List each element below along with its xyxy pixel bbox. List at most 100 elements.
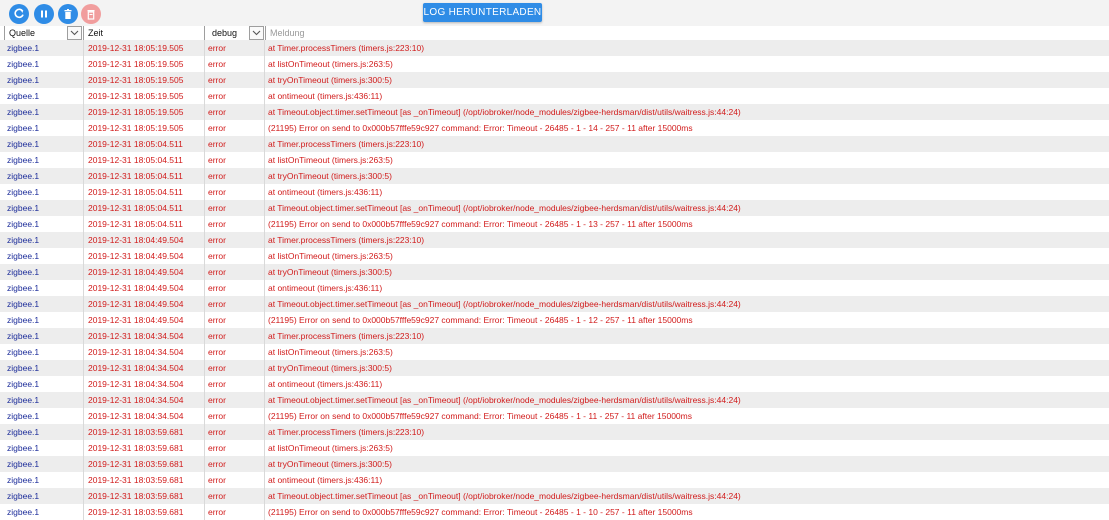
log-toolbar: LOG HERUNTERLADEN [0, 0, 1109, 27]
log-severity: error [205, 248, 265, 264]
trash-icon [86, 9, 96, 20]
log-time: 2019-12-31 18:04:34.504 [84, 328, 205, 344]
log-severity: error [205, 296, 265, 312]
download-log-button[interactable]: LOG HERUNTERLADEN [423, 3, 542, 22]
log-message: (21195) Error on send to 0x000b57fffe59c… [268, 123, 693, 133]
log-severity: error [205, 88, 265, 104]
refresh-button[interactable] [9, 4, 29, 24]
log-time: 2019-12-31 18:03:59.681 [84, 456, 205, 472]
log-message: at Timer.processTimers (timers.js:223:10… [268, 427, 425, 437]
log-severity: error [205, 168, 265, 184]
pause-icon [39, 9, 49, 19]
log-row: zigbee.1 2019-12-31 18:05:19.505 error at l… [0, 56, 1109, 72]
log-severity: error [205, 392, 265, 408]
delete-log-button[interactable] [81, 4, 101, 24]
log-source: zigbee.1 [0, 488, 84, 504]
log-severity: error [205, 232, 265, 248]
log-time: 2019-12-31 18:05:04.511 [84, 136, 205, 152]
log-message: at tryOnTimeout (timers.js:300:5) [268, 267, 392, 277]
log-row: zigbee.1 2019-12-31 18:03:59.681 error at l… [0, 440, 1109, 456]
log-row: zigbee.1 2019-12-31 18:05:04.511 error (211… [0, 216, 1109, 232]
log-row: zigbee.1 2019-12-31 18:05:19.505 error (211… [0, 120, 1109, 136]
log-message: (21195) Error on send to 0x000b57fffe59c… [268, 411, 692, 421]
log-message: at ontimeout (timers.js:436:11) [268, 283, 383, 293]
level-select[interactable]: debug [205, 26, 266, 40]
log-source: zigbee.1 [0, 120, 84, 136]
clear-log-button[interactable] [58, 4, 78, 24]
log-severity: error [205, 72, 265, 88]
log-source: zigbee.1 [0, 152, 84, 168]
time-filter[interactable]: Zeit [84, 26, 205, 40]
log-source: zigbee.1 [0, 360, 84, 376]
log-row: zigbee.1 2019-12-31 18:03:59.681 error at T… [0, 424, 1109, 440]
log-time: 2019-12-31 18:05:19.505 [84, 104, 205, 120]
log-source: zigbee.1 [0, 40, 84, 56]
log-severity: error [205, 344, 265, 360]
log-row: zigbee.1 2019-12-31 18:05:04.511 error at T… [0, 136, 1109, 152]
log-severity: error [205, 216, 265, 232]
log-time: 2019-12-31 18:05:04.511 [84, 152, 205, 168]
log-row: zigbee.1 2019-12-31 18:05:19.505 error at o… [0, 88, 1109, 104]
log-time: 2019-12-31 18:05:04.511 [84, 184, 205, 200]
log-time: 2019-12-31 18:04:34.504 [84, 408, 205, 424]
log-time: 2019-12-31 18:05:04.511 [84, 216, 205, 232]
log-row: zigbee.1 2019-12-31 18:05:19.505 error at T… [0, 40, 1109, 56]
log-row: zigbee.1 2019-12-31 18:04:49.504 error at t… [0, 264, 1109, 280]
trash-icon [63, 8, 73, 20]
source-filter[interactable]: Quelle [4, 26, 84, 40]
log-message: at Timer.processTimers (timers.js:223:10… [268, 235, 425, 245]
log-row: zigbee.1 2019-12-31 18:04:34.504 error at T… [0, 392, 1109, 408]
log-time: 2019-12-31 18:05:19.505 [84, 72, 205, 88]
log-time: 2019-12-31 18:04:49.504 [84, 232, 205, 248]
log-row: zigbee.1 2019-12-31 18:04:49.504 error (211… [0, 312, 1109, 328]
log-row: zigbee.1 2019-12-31 18:04:34.504 error at l… [0, 344, 1109, 360]
source-filter-label: Quelle [9, 28, 36, 38]
log-severity: error [205, 152, 265, 168]
log-source: zigbee.1 [0, 296, 84, 312]
log-time: 2019-12-31 18:03:59.681 [84, 488, 205, 504]
log-message: (21195) Error on send to 0x000b57fffe59c… [268, 219, 693, 229]
log-source: zigbee.1 [0, 280, 84, 296]
log-severity: error [205, 104, 265, 120]
log-source: zigbee.1 [0, 248, 84, 264]
log-table: zigbee.1 2019-12-31 18:05:19.505 error at T… [0, 40, 1109, 520]
log-message: at Timeout.object.timer.setTimeout [as _… [268, 491, 741, 501]
message-filter-input[interactable] [266, 26, 1109, 40]
log-time: 2019-12-31 18:04:49.504 [84, 264, 205, 280]
log-message: at ontimeout (timers.js:436:11) [268, 475, 383, 485]
log-severity: error [205, 56, 265, 72]
log-severity: error [205, 456, 265, 472]
log-severity: error [205, 440, 265, 456]
log-source: zigbee.1 [0, 136, 84, 152]
log-row: zigbee.1 2019-12-31 18:03:59.681 error (211… [0, 504, 1109, 520]
log-severity: error [205, 360, 265, 376]
chevron-down-icon[interactable] [249, 26, 264, 40]
log-message: at tryOnTimeout (timers.js:300:5) [268, 75, 392, 85]
log-source: zigbee.1 [0, 56, 84, 72]
log-row: zigbee.1 2019-12-31 18:05:19.505 error at t… [0, 72, 1109, 88]
log-time: 2019-12-31 18:03:59.681 [84, 472, 205, 488]
log-severity: error [205, 376, 265, 392]
log-source: zigbee.1 [0, 184, 84, 200]
log-time: 2019-12-31 18:04:34.504 [84, 360, 205, 376]
log-severity: error [205, 264, 265, 280]
log-row: zigbee.1 2019-12-31 18:03:59.681 error at t… [0, 456, 1109, 472]
log-source: zigbee.1 [0, 104, 84, 120]
log-message: at ontimeout (timers.js:436:11) [268, 379, 383, 389]
log-time: 2019-12-31 18:03:59.681 [84, 440, 205, 456]
log-message: at tryOnTimeout (timers.js:300:5) [268, 171, 392, 181]
time-filter-label: Zeit [88, 28, 104, 38]
filter-row: Quelle Zeit debug [0, 26, 1109, 41]
log-message: (21195) Error on send to 0x000b57fffe59c… [268, 315, 693, 325]
log-severity: error [205, 312, 265, 328]
chevron-down-icon[interactable] [67, 26, 82, 40]
log-row: zigbee.1 2019-12-31 18:04:34.504 error at T… [0, 328, 1109, 344]
pause-button[interactable] [34, 4, 54, 24]
log-source: zigbee.1 [0, 216, 84, 232]
log-severity: error [205, 280, 265, 296]
log-message: at listOnTimeout (timers.js:263:5) [268, 347, 393, 357]
log-message: at ontimeout (timers.js:436:11) [268, 91, 383, 101]
log-severity: error [205, 184, 265, 200]
log-time: 2019-12-31 18:03:59.681 [84, 504, 205, 520]
log-time: 2019-12-31 18:05:19.505 [84, 120, 205, 136]
